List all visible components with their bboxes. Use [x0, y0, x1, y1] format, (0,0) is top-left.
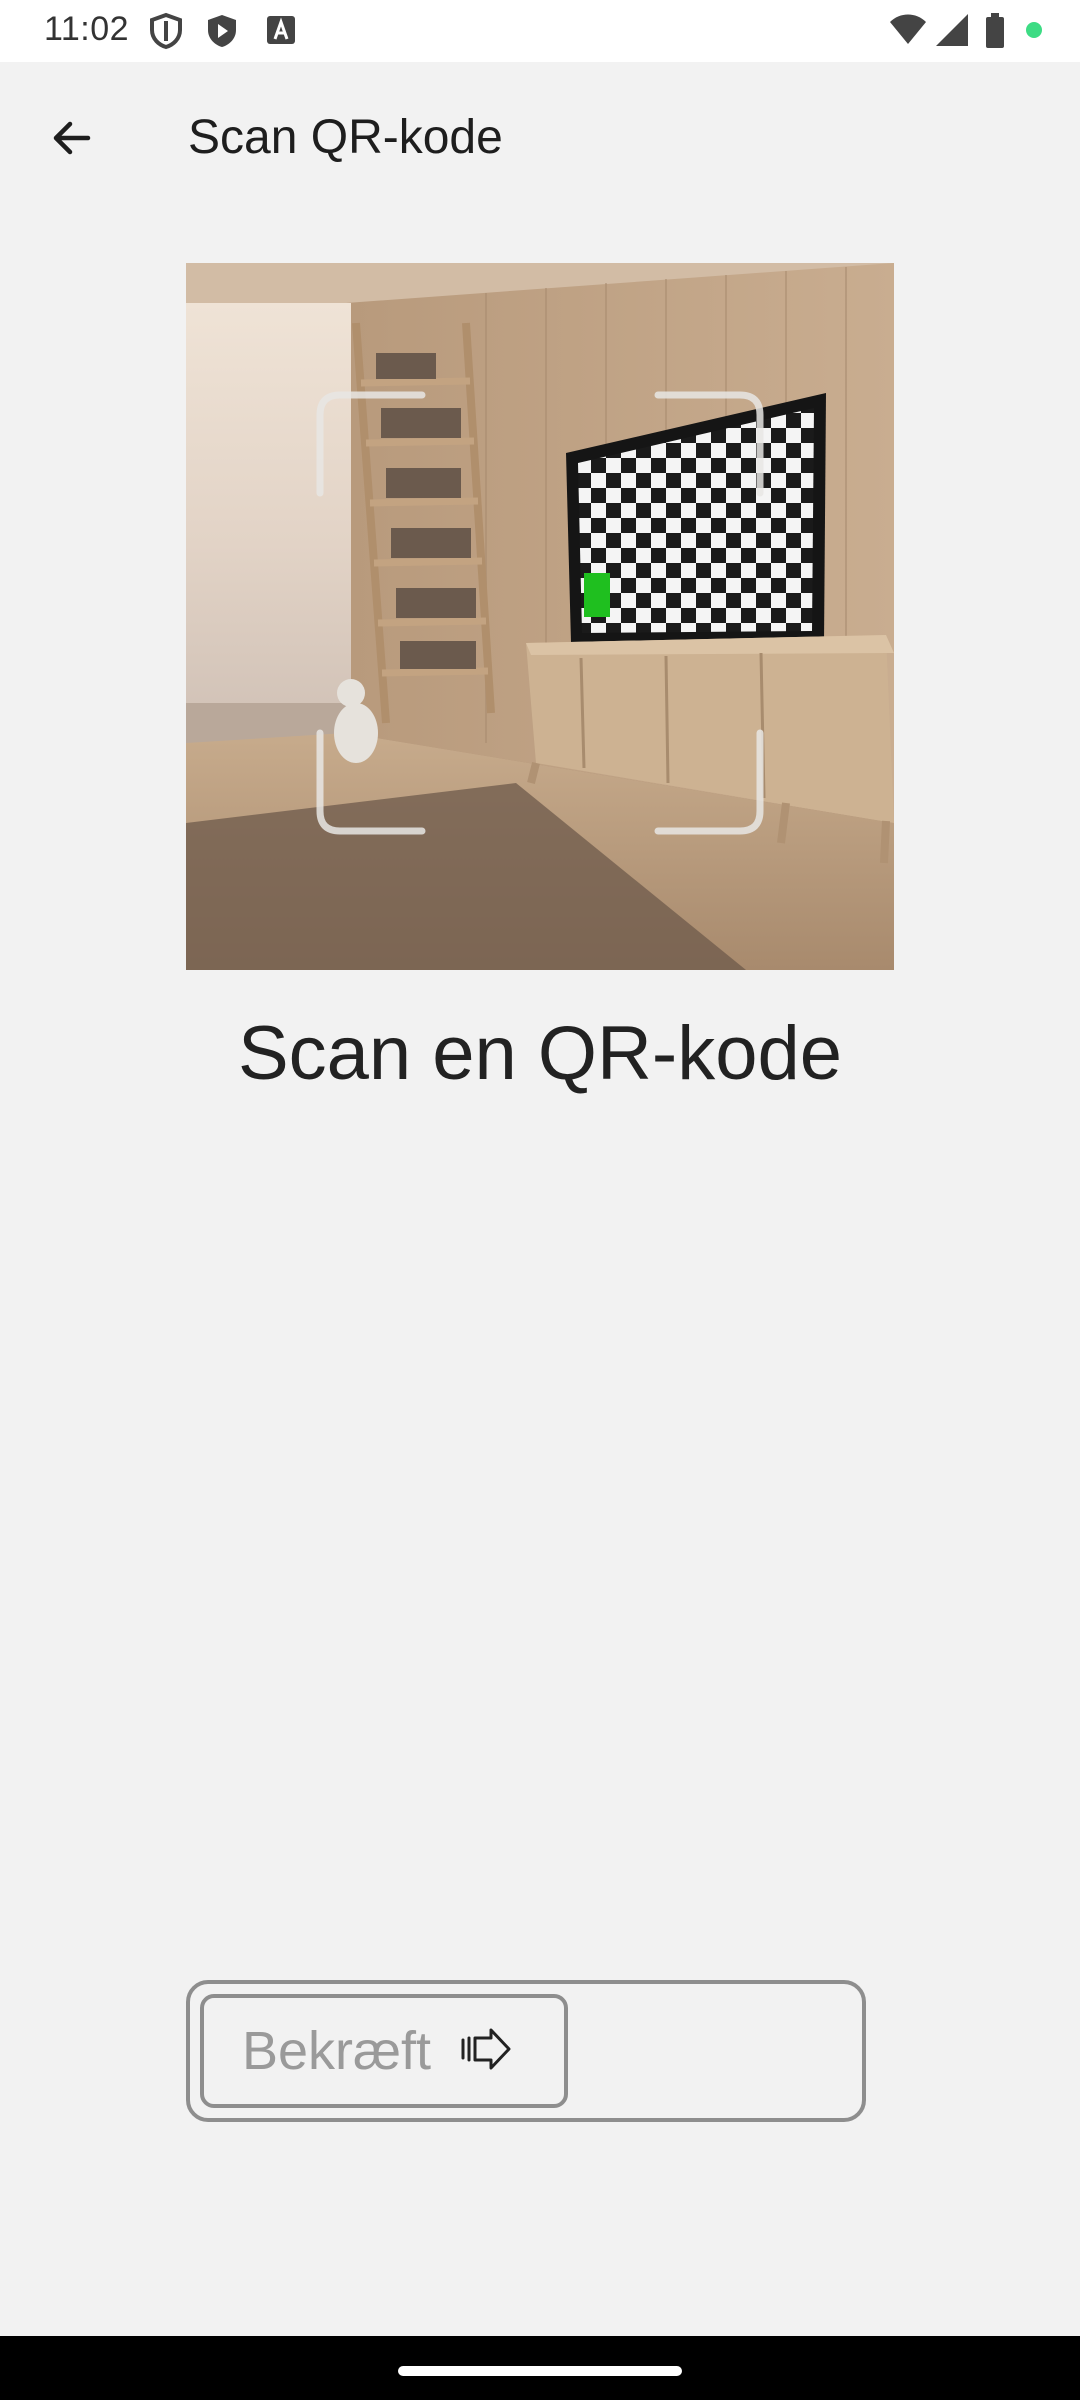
- navigation-bar: [0, 2336, 1080, 2400]
- home-handle[interactable]: [398, 2366, 682, 2376]
- play-protect-icon: [204, 12, 240, 55]
- wifi-icon: [888, 12, 928, 53]
- arrow-left-icon: [48, 114, 96, 167]
- app-bar: Scan QR-kode: [0, 62, 1080, 212]
- page-title: Scan QR-kode: [188, 111, 503, 164]
- notification-dot: [1026, 22, 1042, 38]
- signal-icon: [934, 12, 970, 53]
- back-button[interactable]: [36, 104, 108, 176]
- font-icon: [264, 12, 298, 53]
- tv-marker: [584, 573, 610, 617]
- confirm-label: Bekræft: [242, 2021, 432, 2081]
- camera-preview: [186, 263, 894, 970]
- status-bar: 11:02: [0, 0, 1080, 62]
- scan-heading: Scan en QR-kode: [237, 1011, 843, 1096]
- confirm-button[interactable]: Bekræft: [200, 1994, 568, 2108]
- shield-icon: [148, 12, 184, 55]
- status-time: 11:02: [44, 10, 130, 48]
- hand-pointing-right-icon: [459, 2026, 515, 2077]
- confirm-container: Bekræft: [186, 1980, 866, 2122]
- battery-icon: [984, 12, 1006, 55]
